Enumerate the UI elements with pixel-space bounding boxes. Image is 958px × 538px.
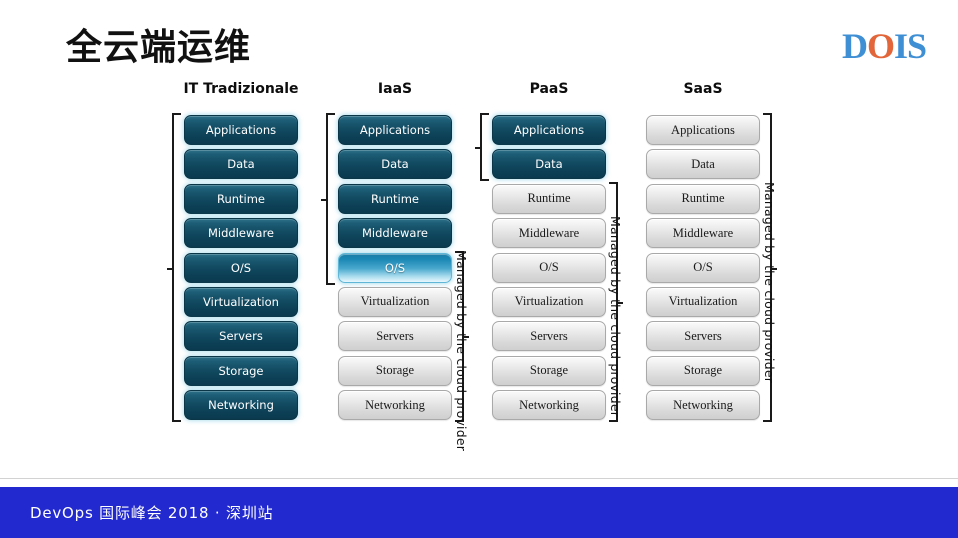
- managed-by-cloud-provider-label: Managed by the cloud provider: [454, 250, 469, 452]
- column-header: IT Tradizionale: [183, 81, 299, 97]
- layer-box-runtime[interactable]: Runtime: [646, 183, 760, 214]
- layer-box-virtualization[interactable]: Virtualization: [492, 286, 606, 317]
- column-it-tradizionale: IT Tradizionale Applications Data Runtime Mi…: [166, 80, 316, 425]
- layer-stack: Applications Data Runtime Middleware O/S Virt…: [474, 115, 624, 421]
- bracket-managed-by-you-paas: [475, 113, 489, 182]
- layer-box-storage[interactable]: Storage: [492, 355, 606, 386]
- layer-box-networking[interactable]: Networking: [492, 390, 606, 421]
- layer-box-applications[interactable]: Applications: [184, 115, 298, 145]
- column-saas: SaaS Applications Data Runtime Middleware O/S…: [628, 80, 778, 425]
- layer-box-runtime[interactable]: Runtime: [338, 183, 452, 214]
- layer-box-virtualization[interactable]: Virtualization: [646, 286, 760, 317]
- layer-box-o-s[interactable]: O/S: [184, 252, 298, 283]
- dois-logo: DOIS: [841, 26, 927, 66]
- bracket-tick: [321, 198, 327, 201]
- bracket-managed-by-you-it-tradizionale: [167, 113, 181, 423]
- layer-box-o-s[interactable]: O/S: [492, 252, 606, 283]
- slide-root: 全云端运维 DOIS IT Tradizionale Applications Da…: [0, 0, 958, 538]
- layer-box-applications[interactable]: Applications: [492, 115, 606, 145]
- layer-box-storage[interactable]: Storage: [646, 355, 760, 386]
- layer-box-data[interactable]: Data: [492, 149, 606, 180]
- layer-box-middleware[interactable]: Middleware: [338, 218, 452, 249]
- layer-box-data[interactable]: Data: [646, 149, 760, 180]
- layer-box-virtualization[interactable]: Virtualization: [184, 286, 298, 317]
- layer-box-o-s[interactable]: O/S: [646, 252, 760, 283]
- logo-letter-d: D: [841, 26, 868, 66]
- layer-box-o-s[interactable]: O/S: [338, 252, 452, 283]
- bracket-managed-by-you-iaas: [321, 113, 335, 285]
- layer-stack: Applications Data Runtime Middleware O/S Virt…: [166, 115, 316, 421]
- page-title: 全云端运维: [66, 27, 252, 68]
- layer-box-data[interactable]: Data: [184, 149, 298, 180]
- footer-bar: DevOps 国际峰会 2018 · 深圳站: [0, 487, 958, 538]
- layer-box-networking[interactable]: Networking: [646, 390, 760, 421]
- column-header: SaaS: [683, 81, 723, 97]
- column-header: IaaS: [377, 81, 413, 97]
- layer-box-middleware[interactable]: Middleware: [646, 218, 760, 249]
- layer-stack: Applications Data Runtime Middleware O/S Virt…: [628, 115, 778, 421]
- layer-box-virtualization[interactable]: Virtualization: [338, 286, 452, 317]
- managed-by-cloud-provider-label: Managed by the cloud provider: [762, 181, 777, 383]
- layer-box-networking[interactable]: Networking: [338, 390, 452, 421]
- layer-box-data[interactable]: Data: [338, 149, 452, 180]
- layer-box-storage[interactable]: Storage: [184, 355, 298, 386]
- column-paas: PaaS Applications Data Runtime Middleware O/S…: [474, 80, 624, 425]
- logo-letters-is: IS: [893, 26, 927, 66]
- bracket-tick: [475, 147, 481, 150]
- bracket-tick: [167, 267, 173, 270]
- footer-text: DevOps 国际峰会 2018 · 深圳站: [30, 504, 274, 522]
- layer-box-runtime[interactable]: Runtime: [184, 183, 298, 214]
- layer-box-servers[interactable]: Servers: [184, 321, 298, 352]
- layer-box-storage[interactable]: Storage: [338, 355, 452, 386]
- logo-letter-o: O: [866, 26, 895, 66]
- cloud-responsibility-diagram: IT Tradizionale Applications Data Runtime Mi…: [0, 80, 958, 460]
- column-iaas: IaaS Applications Data Runtime Middleware O/S…: [320, 80, 470, 425]
- layer-box-middleware[interactable]: Middleware: [184, 218, 298, 249]
- layer-box-runtime[interactable]: Runtime: [492, 183, 606, 214]
- layer-stack: Applications Data Runtime Middleware O/S Virt…: [320, 115, 470, 421]
- column-header: PaaS: [529, 81, 569, 97]
- layer-box-servers[interactable]: Servers: [338, 321, 452, 352]
- layer-box-applications[interactable]: Applications: [646, 115, 760, 145]
- layer-box-middleware[interactable]: Middleware: [492, 218, 606, 249]
- footer-divider: [0, 478, 958, 479]
- layer-box-networking[interactable]: Networking: [184, 390, 298, 421]
- managed-by-cloud-provider-label: Managed by the cloud provider: [608, 216, 623, 418]
- layer-box-applications[interactable]: Applications: [338, 115, 452, 145]
- layer-box-servers[interactable]: Servers: [646, 321, 760, 352]
- layer-box-servers[interactable]: Servers: [492, 321, 606, 352]
